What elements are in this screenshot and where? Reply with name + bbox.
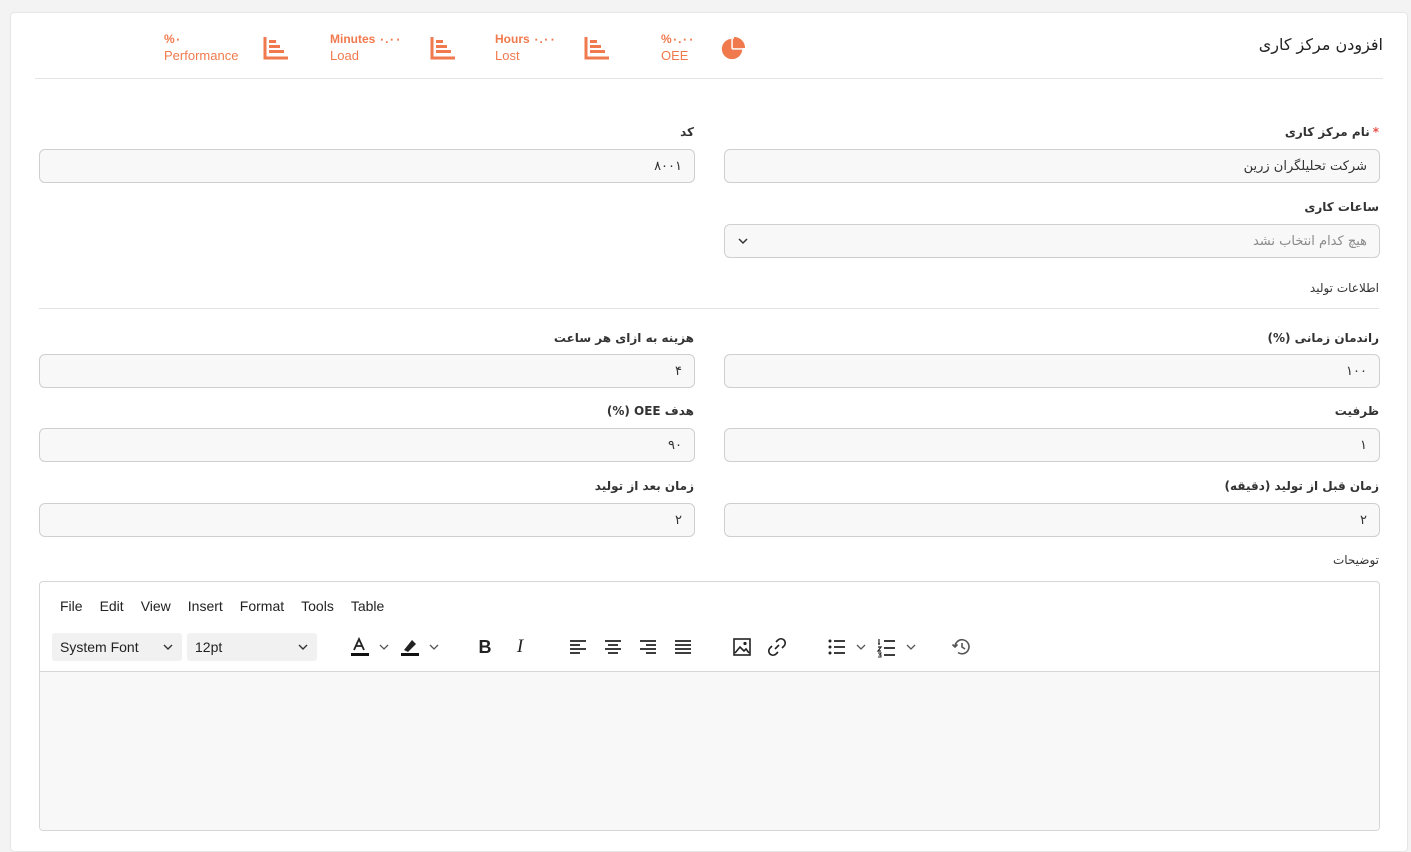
text-color-icon[interactable] [348,635,372,659]
capacity-input[interactable]: ۱ [724,428,1380,462]
editor-toolbar: System Font 12pt B I [52,633,1372,661]
stat-performance: %۰ Performance [164,31,238,65]
stat-lost-value: Hours ۰.۰۰ [495,32,556,46]
section-divider [39,308,1379,309]
page-title: افزودن مرکز کاری [1258,35,1383,54]
stat-load-label: Load [330,48,359,63]
oee-target-label: هدف OEE (%) [606,404,694,418]
code-label: کد [680,125,694,139]
name-input[interactable]: شرکت تحلیلگران زرین [724,149,1380,183]
menu-view[interactable]: View [141,598,171,614]
code-input[interactable]: ۸۰۰۱ [39,149,695,183]
cost-per-hour-input[interactable]: ۴ [39,354,695,388]
time-after-input[interactable]: ۲ [39,503,695,537]
stat-lost-label: Lost [495,48,520,63]
description-editor: File Edit View Insert Format Tools Table… [39,581,1380,831]
time-after-label: زمان بعد از تولید [594,479,694,493]
insert-link-icon[interactable] [765,635,789,659]
chevron-down-icon [738,238,748,245]
name-label: *نام مرکز کاری [1284,125,1379,139]
time-efficiency-input[interactable]: ۱۰۰ [724,354,1380,388]
editor-menubar: File Edit View Insert Format Tools Table [60,598,401,614]
align-left-icon[interactable] [566,635,590,659]
chevron-down-icon[interactable] [905,641,917,653]
align-right-icon[interactable] [636,635,660,659]
history-icon[interactable] [950,635,974,659]
italic-button[interactable]: I [508,635,532,659]
chevron-down-icon [163,644,173,650]
align-justify-icon[interactable] [671,635,695,659]
working-hours-label: ساعات کاری [1304,200,1379,214]
numbered-list-icon[interactable] [875,635,899,659]
required-mark: * [1372,125,1379,139]
bullet-list-icon[interactable] [825,635,849,659]
insert-image-icon[interactable] [730,635,754,659]
chevron-down-icon [298,644,308,650]
time-before-label: زمان قبل از تولید (دقیقه) [1224,479,1379,493]
stat-load: Minutes ۰.۰۰ Load [330,31,401,65]
description-label: توضیحات [1332,553,1379,567]
menu-table[interactable]: Table [351,598,384,614]
work-center-form-card: افزودن مرکز کاری %۰.۰۰ OEE Hours ۰.۰۰ Lo… [10,12,1408,852]
menu-edit[interactable]: Edit [100,598,124,614]
chevron-down-icon[interactable] [378,641,390,653]
highlight-color-icon[interactable] [398,635,422,659]
cost-per-hour-label: هزینه به ازای هر ساعت [553,331,694,345]
align-center-icon[interactable] [601,635,625,659]
stat-oee-value: %۰.۰۰ [661,32,695,46]
stat-performance-value: %۰ [164,32,182,46]
oee-target-input[interactable]: ۹۰ [39,428,695,462]
editor-content-area[interactable] [40,671,1379,830]
time-efficiency-label: راندمان زمانی (%) [1267,331,1379,345]
stat-lost: Hours ۰.۰۰ Lost [495,31,556,65]
header-divider [35,78,1383,79]
font-size-value: 12pt [195,639,223,655]
chevron-down-icon[interactable] [855,641,867,653]
pie-chart-icon [721,36,746,60]
working-hours-select[interactable]: هیچ کدام انتخاب نشد [724,224,1380,258]
font-family-select[interactable]: System Font [52,633,182,661]
time-before-input[interactable]: ۲ [724,503,1380,537]
chevron-down-icon[interactable] [428,641,440,653]
production-section-title: اطلاعات تولید [1309,281,1379,295]
stat-performance-label: Performance [164,48,239,63]
stat-oee: %۰.۰۰ OEE [661,31,694,65]
bar-chart-icon [430,37,455,60]
bold-button[interactable]: B [473,635,497,659]
menu-insert[interactable]: Insert [188,598,223,614]
font-size-select[interactable]: 12pt [187,633,317,661]
working-hours-placeholder: هیچ کدام انتخاب نشد [1252,233,1367,249]
stat-load-value: Minutes ۰.۰۰ [330,32,402,46]
bar-chart-icon [263,37,288,60]
font-family-value: System Font [60,639,139,655]
menu-format[interactable]: Format [240,598,284,614]
menu-file[interactable]: File [60,598,83,614]
capacity-label: ظرفیت [1334,404,1379,418]
menu-tools[interactable]: Tools [301,598,334,614]
bar-chart-icon [584,37,609,60]
stat-oee-label: OEE [661,48,689,63]
